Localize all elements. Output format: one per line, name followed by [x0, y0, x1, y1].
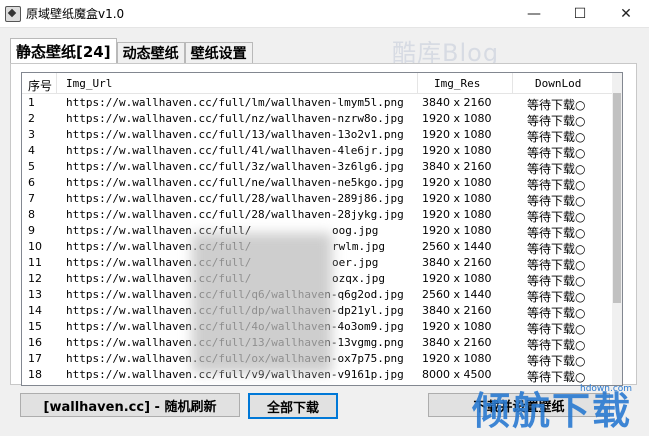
table-row[interactable]: 5 https://w.wallhaven.cc/full/3z/wallhave… [22, 159, 612, 176]
tab-bar: 静态壁纸[24] 动态壁纸 壁纸设置 [10, 37, 253, 63]
row-resolution: 1920 x 1080 [422, 112, 492, 125]
tab-static-wallpaper[interactable]: 静态壁纸[24] [10, 38, 117, 63]
row-url: https://w.wallhaven.cc/full/28/wallhaven… [66, 192, 404, 205]
vertical-scrollbar[interactable] [612, 73, 622, 385]
random-refresh-button[interactable]: [wallhaven.cc] - 随机刷新 [20, 393, 240, 417]
table-row[interactable]: 4 https://w.wallhaven.cc/full/4l/wallhave… [22, 143, 612, 160]
row-resolution: 3840 x 2160 [422, 256, 492, 269]
row-number: 13 [28, 288, 42, 301]
table-row[interactable]: 6 https://w.wallhaven.cc/full/ne/wallhave… [22, 175, 612, 192]
row-url-tail: ozqx.jpg [332, 272, 385, 285]
row-url: https://w.wallhaven.cc/full/13/wallhaven… [66, 128, 404, 141]
app-icon [5, 5, 21, 22]
table-row[interactable]: 3 https://w.wallhaven.cc/full/13/wallhave… [22, 127, 612, 144]
wallpaper-list[interactable]: 序号 Img_Url Img_Res DownLod 1 https://w.wa… [21, 72, 623, 386]
table-row[interactable]: 2 https://w.wallhaven.cc/full/nz/wallhave… [22, 111, 612, 128]
row-resolution: 3840 x 2160 [422, 336, 492, 349]
header-url[interactable]: Img_Url [66, 77, 112, 90]
row-resolution: 2560 x 1440 [422, 240, 492, 253]
blurred-region [192, 233, 332, 373]
row-resolution: 3840 x 2160 [422, 96, 492, 109]
list-header: 序号 Img_Url Img_Res DownLod [22, 73, 612, 94]
row-url: https://w.wallhaven.cc/full/4l/wallhaven… [66, 144, 404, 157]
row-url: https://w.wallhaven.cc/full/ne/wallhaven… [66, 176, 404, 189]
row-number: 18 [28, 368, 42, 381]
row-resolution: 1920 x 1080 [422, 176, 492, 189]
row-number: 1 [28, 96, 35, 109]
row-url: https://w.wallhaven.cc/full/28/wallhaven… [66, 208, 404, 221]
row-resolution: 1920 x 1080 [422, 320, 492, 333]
scroll-thumb[interactable] [613, 93, 621, 303]
row-number: 11 [28, 256, 42, 269]
close-icon[interactable]: ✕ [603, 0, 649, 27]
row-resolution: 3840 x 2160 [422, 160, 492, 173]
row-resolution: 1920 x 1080 [422, 272, 492, 285]
row-resolution: 1920 x 1080 [422, 192, 492, 205]
table-row[interactable]: 8 https://w.wallhaven.cc/full/28/wallhave… [22, 207, 612, 224]
row-url-tail: rwlm.jpg [332, 240, 385, 253]
table-row[interactable]: 7 https://w.wallhaven.cc/full/28/wallhave… [22, 191, 612, 208]
row-resolution: 1920 x 1080 [422, 352, 492, 365]
row-number: 17 [28, 352, 42, 365]
row-resolution: 1920 x 1080 [422, 144, 492, 157]
row-number: 8 [28, 208, 35, 221]
row-url-tail: oer.jpg [332, 256, 379, 269]
row-url: https://w.wallhaven.cc/full/3z/wallhaven… [66, 160, 404, 173]
row-number: 16 [28, 336, 42, 349]
watermark-site-url: hdown.com [580, 384, 633, 394]
window-controls: — ☐ ✕ [511, 0, 649, 27]
header-no[interactable]: 序号 [28, 77, 52, 94]
row-number: 9 [28, 224, 35, 237]
row-number: 6 [28, 176, 35, 189]
row-resolution: 1920 x 1080 [422, 208, 492, 221]
tab-dynamic-wallpaper[interactable]: 动态壁纸 [116, 42, 185, 63]
header-download[interactable]: DownLod [535, 77, 581, 90]
row-resolution: 1920 x 1080 [422, 128, 492, 141]
title-bar: 原域壁纸魔盒v1.0 — ☐ ✕ [0, 0, 649, 28]
row-resolution: 3840 x 2160 [422, 304, 492, 317]
table-row[interactable]: 1 https://w.wallhaven.cc/full/lm/wallhave… [22, 95, 612, 112]
row-number: 5 [28, 160, 35, 173]
row-number: 12 [28, 272, 42, 285]
maximize-icon[interactable]: ☐ [557, 0, 603, 27]
row-url-tail: oog.jpg [332, 224, 379, 237]
row-url: https://w.wallhaven.cc/full/lm/wallhaven… [66, 96, 404, 109]
row-number: 4 [28, 144, 35, 157]
row-number: 2 [28, 112, 35, 125]
row-number: 3 [28, 128, 35, 141]
tab-wallpaper-settings[interactable]: 壁纸设置 [184, 42, 253, 63]
header-res[interactable]: Img_Res [434, 77, 480, 90]
minimize-icon[interactable]: — [511, 0, 557, 27]
row-resolution: 1920 x 1080 [422, 224, 492, 237]
window-title: 原域壁纸魔盒v1.0 [26, 7, 125, 21]
row-number: 14 [28, 304, 42, 317]
download-all-button[interactable]: 全部下载 [248, 393, 338, 419]
row-number: 15 [28, 320, 42, 333]
row-number: 7 [28, 192, 35, 205]
row-url: https://w.wallhaven.cc/full/nz/wallhaven… [66, 112, 404, 125]
row-resolution: 2560 x 1440 [422, 288, 492, 301]
row-number: 10 [28, 240, 42, 253]
tab-panel: 序号 Img_Url Img_Res DownLod 1 https://w.wa… [10, 63, 637, 386]
